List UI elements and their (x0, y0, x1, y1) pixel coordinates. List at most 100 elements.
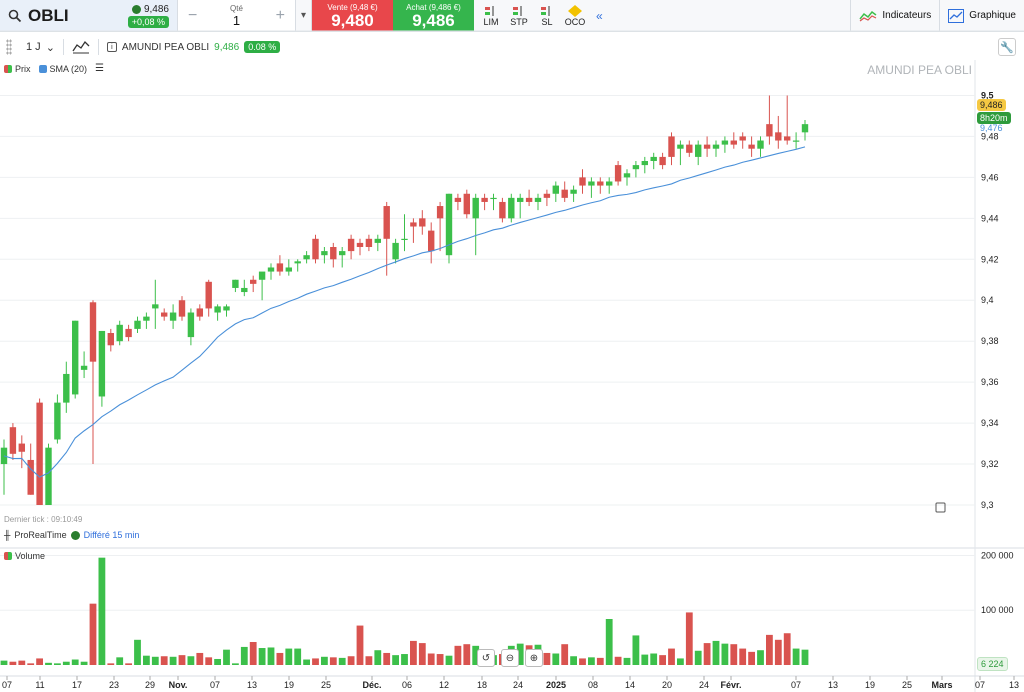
volume-bar (347, 656, 355, 665)
candle-body (775, 132, 782, 141)
order-oco-button[interactable]: OCO (564, 4, 586, 27)
volume-bar (766, 634, 773, 665)
volume-bar (240, 646, 248, 665)
candle-body (9, 427, 17, 454)
candle-body (241, 287, 248, 293)
quantity-value[interactable]: 1 (230, 13, 243, 28)
candle-body (330, 247, 337, 260)
sell-button[interactable]: Vente (9,48 €) 9,480 (312, 0, 393, 31)
chart-type-icon[interactable] (72, 40, 90, 54)
candle-body (285, 267, 292, 272)
candle-body (161, 312, 168, 317)
candle-body (267, 267, 275, 272)
x-tick-label: Févr. (720, 680, 741, 690)
order-stp-button[interactable]: STP (508, 5, 530, 27)
indicators-button[interactable]: Indicateurs (850, 0, 939, 31)
quantity-label: Qté (230, 3, 243, 13)
candle-body (686, 144, 693, 153)
x-tick-label: 13 (247, 680, 257, 690)
plus-button[interactable]: + (276, 7, 285, 25)
candle-body (419, 218, 426, 227)
x-tick-label: 18 (477, 680, 487, 690)
symbol-search[interactable]: OBLI 9,486 +0,08 % (0, 0, 178, 31)
last-tick: Dernier tick : 09:10:49 (4, 515, 83, 524)
legend-sma[interactable]: SMA (20) (38, 64, 87, 74)
quantity-stepper[interactable]: − Qté 1 + (178, 0, 296, 31)
x-tick-label: Nov. (169, 680, 188, 690)
collapse-icon[interactable]: « (596, 9, 603, 23)
volume-bar (757, 650, 764, 665)
info-icon[interactable]: i (106, 42, 117, 52)
volume-bar (134, 639, 141, 665)
stop-limit-order-icon (541, 5, 550, 16)
legend-price[interactable]: Prix (4, 64, 31, 74)
volume-bar (98, 557, 106, 665)
candle-body (517, 197, 524, 202)
volume-bar (89, 603, 97, 665)
volume-bar (107, 663, 115, 665)
candle-body (534, 197, 542, 202)
instrument-name: AMUNDI PEA OBLI (121, 41, 210, 53)
volume-bar (783, 633, 791, 665)
drag-handle[interactable] (6, 39, 12, 55)
wrench-icon[interactable]: 🔧 (998, 38, 1016, 56)
volume-bar (677, 658, 684, 665)
x-tick-label: 11 (35, 680, 44, 690)
volume-bar (685, 612, 693, 665)
candle-body (632, 165, 640, 170)
volume-bar (36, 658, 43, 665)
chart-legend: Prix SMA (20) ☰ (4, 63, 104, 74)
candle-body (712, 144, 720, 149)
indicators-icon (859, 10, 877, 21)
zoom-in-icon[interactable]: ⊕ (525, 649, 543, 667)
price-chart[interactable]: 9,59,489,469,449,429,49,389,369,349,329,… (0, 0, 1024, 692)
minus-button[interactable]: − (188, 7, 197, 25)
volume-bar (214, 658, 221, 665)
volume-tick-label: 200 000 (981, 550, 1014, 560)
candle-body (214, 306, 221, 313)
chart-watermark: AMUNDI PEA OBLI (867, 63, 972, 77)
volume-bar (143, 655, 150, 665)
candle-body (169, 312, 177, 321)
volume-bar (0, 660, 8, 665)
candle-body (445, 193, 453, 256)
volume-bar (774, 639, 782, 665)
x-tick-label: 29 (145, 680, 155, 690)
candle-body (143, 316, 150, 321)
candle-body (641, 161, 648, 166)
x-tick-label: Mars (931, 680, 952, 690)
candle-body (677, 144, 684, 149)
interval-select[interactable]: 1 J ⌄ (26, 41, 55, 54)
volume-legend[interactable]: Volume (4, 551, 45, 561)
order-sl-button[interactable]: SL (536, 5, 558, 27)
candle-body (258, 271, 266, 280)
candle-body (54, 402, 61, 440)
chevron-down-icon[interactable]: ▾ (296, 0, 312, 31)
candle-body (205, 281, 212, 309)
reset-zoom-icon[interactable]: ↺ (477, 649, 495, 667)
top-bar: OBLI 9,486 +0,08 % − Qté 1 + ▾ Vente (9,… (0, 0, 1024, 32)
candle-body (579, 177, 586, 186)
zoom-out-icon[interactable]: ⊖ (501, 649, 519, 667)
volume-bar (80, 661, 88, 665)
volume-bar (792, 648, 800, 665)
chart-settings-button[interactable]: Graphique (939, 0, 1024, 31)
x-tick-label: 08 (588, 680, 598, 690)
delay-icon (70, 530, 80, 540)
candle-body (721, 140, 729, 145)
candle-body (481, 197, 488, 202)
buy-button[interactable]: Achat (9,486 €) 9,486 (393, 0, 474, 31)
candle-body (383, 206, 390, 239)
volume-bar (730, 644, 738, 665)
candle-body (801, 124, 809, 133)
order-lim-button[interactable]: LIM (480, 5, 502, 27)
legend-menu-icon[interactable]: ☰ (95, 63, 104, 74)
volume-bar (579, 658, 586, 665)
volume-bar (223, 649, 230, 665)
volume-bar (160, 656, 168, 665)
volume-bar (605, 619, 613, 665)
candle-body (223, 306, 230, 311)
volume-bar (383, 652, 391, 665)
x-tick-label: 13 (1009, 680, 1019, 690)
candle-body (72, 320, 79, 395)
